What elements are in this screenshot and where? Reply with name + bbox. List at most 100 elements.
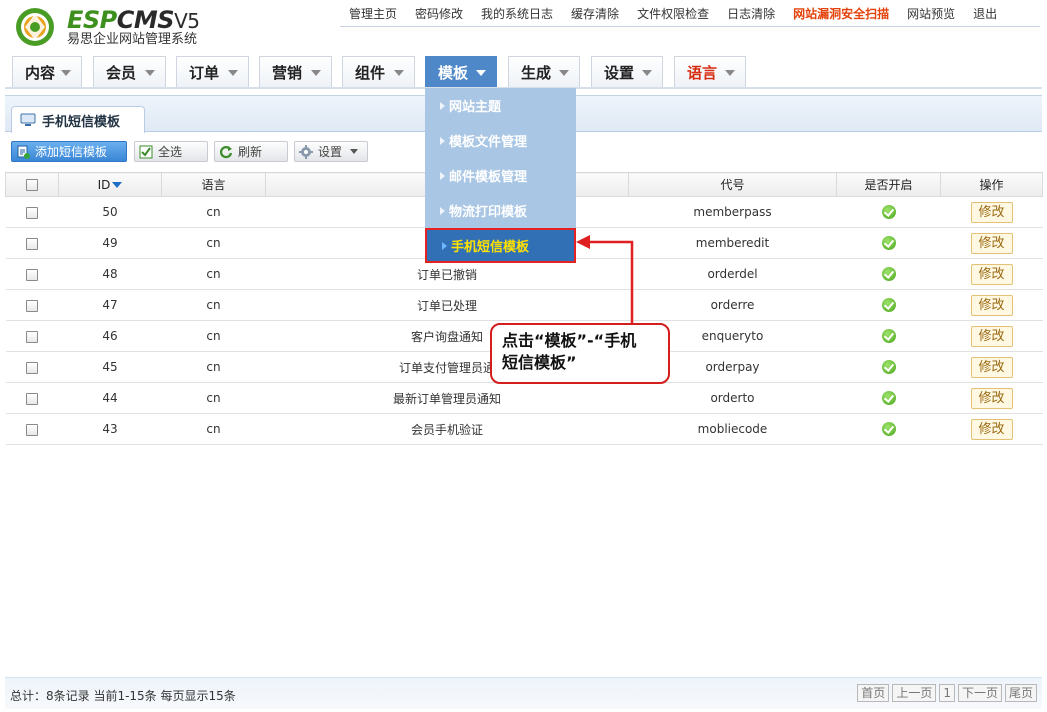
checkbox[interactable] bbox=[26, 330, 38, 343]
checkbox[interactable] bbox=[26, 361, 38, 374]
settings-dropdown-button[interactable]: 设置 bbox=[294, 141, 368, 162]
checkbox[interactable] bbox=[26, 299, 38, 312]
menu-item-label: 语言 bbox=[687, 63, 718, 82]
logo-subtitle: 易思企业网站管理系统 bbox=[67, 32, 198, 47]
row-actions: 修改 bbox=[940, 227, 1043, 259]
menu-item-label: 会员 bbox=[106, 63, 137, 82]
chevron-down-icon bbox=[559, 70, 569, 76]
row-select-cell[interactable] bbox=[5, 258, 59, 290]
top-nav-link[interactable]: 网站漏洞安全扫描 bbox=[784, 3, 898, 25]
row-enabled bbox=[836, 227, 941, 259]
dropdown-item-label: 手机短信模板 bbox=[451, 240, 530, 255]
row-code: orderre bbox=[628, 289, 837, 321]
row-actions: 修改 bbox=[940, 196, 1043, 228]
edit-button[interactable]: 修改 bbox=[970, 201, 1013, 223]
checkbox[interactable] bbox=[26, 423, 38, 436]
row-actions: 修改 bbox=[940, 351, 1043, 383]
check-circle-icon[interactable] bbox=[881, 298, 896, 313]
row-enabled bbox=[836, 258, 941, 290]
check-circle-icon[interactable] bbox=[881, 205, 896, 220]
check-circle-icon[interactable] bbox=[881, 422, 896, 437]
menu-item[interactable]: 生成 bbox=[508, 56, 580, 87]
row-language: cn bbox=[161, 382, 266, 414]
header-actions: 操作 bbox=[940, 172, 1043, 197]
row-select-cell[interactable] bbox=[5, 227, 59, 259]
checkbox[interactable] bbox=[26, 206, 38, 219]
menu-item[interactable]: 营销 bbox=[259, 56, 332, 87]
menu-item[interactable]: 组件 bbox=[342, 56, 415, 87]
row-language: cn bbox=[161, 351, 266, 383]
dropdown-item[interactable]: 手机短信模板 bbox=[425, 228, 576, 263]
chevron-down-icon bbox=[394, 70, 404, 76]
annotation-line-1: 点击“模板”-“手机 bbox=[502, 331, 637, 350]
top-nav-link[interactable]: 我的系统日志 bbox=[472, 3, 562, 25]
top-nav-link[interactable]: 缓存清除 bbox=[562, 3, 628, 25]
row-id: 48 bbox=[58, 258, 162, 290]
top-nav-link[interactable]: 密码修改 bbox=[406, 3, 472, 25]
edit-button[interactable]: 修改 bbox=[970, 294, 1013, 316]
pager-button[interactable]: 1 bbox=[939, 684, 955, 702]
row-language: cn bbox=[161, 413, 266, 445]
check-circle-icon[interactable] bbox=[881, 329, 896, 344]
header-id[interactable]: ID bbox=[58, 172, 162, 197]
top-nav-link[interactable]: 管理主页 bbox=[340, 3, 406, 25]
chevron-down-icon bbox=[725, 70, 735, 76]
menu-item[interactable]: 模板 bbox=[425, 56, 497, 87]
logo[interactable]: ESPCMSV5 易思企业网站管理系统 bbox=[10, 4, 220, 50]
check-circle-icon[interactable] bbox=[881, 360, 896, 375]
dropdown-item[interactable]: 物流打印模板 bbox=[425, 193, 576, 228]
menu-item[interactable]: 语言 bbox=[674, 56, 746, 87]
row-enabled bbox=[836, 351, 941, 383]
menu-item[interactable]: 设置 bbox=[591, 56, 663, 87]
top-nav-link[interactable]: 日志清除 bbox=[718, 3, 784, 25]
pager-button[interactable]: 上一页 bbox=[892, 684, 937, 702]
pager-button[interactable]: 下一页 bbox=[957, 684, 1002, 702]
pager-button[interactable]: 尾页 bbox=[1004, 684, 1037, 702]
row-select-cell[interactable] bbox=[5, 382, 59, 414]
gear-icon bbox=[299, 144, 313, 159]
header-code: 代号 bbox=[628, 172, 837, 197]
row-select-cell[interactable] bbox=[5, 320, 59, 352]
table-row: 44 cn 最新订单管理员通知 orderto 修改 bbox=[5, 382, 1043, 414]
select-all-button[interactable]: 全选 bbox=[134, 141, 208, 162]
add-sms-template-button[interactable]: 添加短信模板 bbox=[11, 141, 127, 162]
chevron-down-icon bbox=[228, 70, 238, 76]
edit-button[interactable]: 修改 bbox=[970, 325, 1013, 347]
menu-item[interactable]: 订单 bbox=[176, 56, 249, 87]
row-id: 46 bbox=[58, 320, 162, 352]
table-row: 43 cn 会员手机验证 mobliecode 修改 bbox=[5, 413, 1043, 445]
top-nav-link[interactable]: 网站预览 bbox=[898, 3, 964, 25]
edit-button[interactable]: 修改 bbox=[970, 387, 1013, 409]
row-language: cn bbox=[161, 227, 266, 259]
edit-button[interactable]: 修改 bbox=[970, 263, 1013, 285]
menu-item[interactable]: 内容 bbox=[12, 56, 82, 87]
monitor-icon bbox=[20, 113, 36, 126]
pager-button[interactable]: 首页 bbox=[857, 684, 890, 702]
refresh-button[interactable]: 刷新 bbox=[214, 141, 288, 162]
checkbox[interactable] bbox=[26, 237, 38, 250]
dropdown-item[interactable]: 邮件模板管理 bbox=[425, 158, 576, 193]
annotation-line-2: 短信模板” bbox=[502, 353, 577, 372]
top-nav-link[interactable]: 文件权限检查 bbox=[628, 3, 718, 25]
top-nav-link[interactable]: 退出 bbox=[964, 3, 1006, 25]
tab-sms-templates[interactable]: 手机短信模板 bbox=[11, 106, 145, 133]
edit-button[interactable]: 修改 bbox=[970, 232, 1013, 254]
menu-item[interactable]: 会员 bbox=[93, 56, 166, 87]
header-select-all[interactable] bbox=[5, 172, 59, 197]
edit-button[interactable]: 修改 bbox=[970, 356, 1013, 378]
check-circle-icon[interactable] bbox=[881, 236, 896, 251]
dropdown-item-label: 物流打印模板 bbox=[449, 205, 528, 220]
edit-button[interactable]: 修改 bbox=[970, 418, 1013, 440]
checkbox[interactable] bbox=[26, 268, 38, 281]
check-circle-icon[interactable] bbox=[881, 267, 896, 282]
row-select-cell[interactable] bbox=[5, 413, 59, 445]
checkbox[interactable] bbox=[26, 179, 38, 191]
dropdown-item[interactable]: 模板文件管理 bbox=[425, 123, 576, 158]
check-circle-icon[interactable] bbox=[881, 391, 896, 406]
checkbox[interactable] bbox=[26, 392, 38, 405]
dropdown-item-label: 网站主题 bbox=[449, 100, 502, 115]
row-select-cell[interactable] bbox=[5, 351, 59, 383]
row-select-cell[interactable] bbox=[5, 196, 59, 228]
row-select-cell[interactable] bbox=[5, 289, 59, 321]
dropdown-item[interactable]: 网站主题 bbox=[425, 88, 576, 123]
